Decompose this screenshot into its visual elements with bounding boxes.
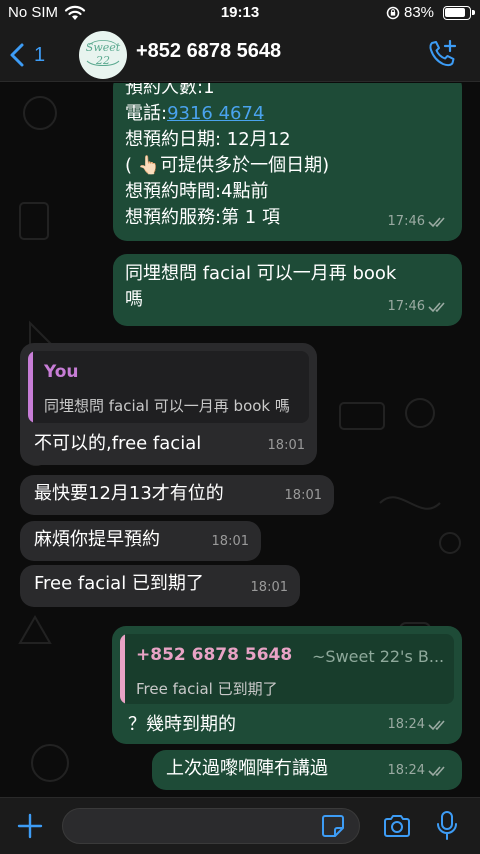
status-bar: No SIM 19:13 83% [0,0,480,28]
quote-text: 同埋想問 facial 可以一月再 book 嗎 [44,397,290,415]
double-check-icon [428,766,445,777]
message-time: 18:01 [250,580,288,595]
double-check-icon [428,217,445,228]
message-bubble-outgoing[interactable]: 同埋想問 facial 可以一月再 book 嗎 17:46 [113,254,462,326]
message-text: 不可以的,free facial [34,433,202,454]
message-bubble-incoming[interactable]: You 同埋想問 facial 可以一月再 book 嗎 不可以的,free f… [20,343,317,465]
quote-sender-name: ~Sweet 22's B... [312,647,445,666]
quote-bar [28,351,33,423]
message-line: 預約人數:1 [125,83,215,98]
message-meta: 18:01 [285,483,322,509]
quote-author: You [44,362,79,382]
orientation-lock-icon [386,6,400,20]
camera-icon[interactable] [382,813,412,839]
message-meta: 18:01 [212,529,249,555]
message-text: ？幾時到期的 [128,714,236,735]
message-meta: 17:46 [388,209,450,235]
message-line: 想預約日期: 12月12 [125,129,291,150]
message-time: 18:01 [211,534,249,549]
message-meta: 17:46 [388,294,450,320]
plus-icon[interactable] [16,812,44,840]
quote-text: Free facial 已到期了 [136,680,278,698]
back-button[interactable]: 1 [8,40,45,70]
microphone-icon[interactable] [436,810,458,842]
phone-link[interactable]: 9316 4674 [167,103,264,124]
message-time: 18:01 [284,488,322,503]
message-line: 想預約時間:4點前 [125,181,269,202]
battery-percent: 83% [404,4,435,21]
message-bubble-outgoing[interactable]: 預約人數:1 電話:9316 4674 想預約日期: 12月12 ( 👆🏻可提供… [113,83,462,241]
chat-area[interactable]: 預約人數:1 電話:9316 4674 想預約日期: 12月12 ( 👆🏻可提供… [0,83,480,797]
sticker-icon[interactable] [320,813,346,839]
quote-bar [120,634,125,704]
message-time: 18:24 [387,717,425,732]
battery-icon [443,6,475,20]
message-meta: 18:24 [388,758,450,784]
message-time: 18:01 [267,438,305,453]
message-time: 17:46 [387,299,425,314]
quoted-message[interactable]: You 同埋想問 facial 可以一月再 book 嗎 [28,351,309,423]
message-meta: 18:24 [388,712,450,738]
message-line: 電話:9316 4674 [125,103,265,124]
contact-name[interactable]: +852 6878 5648 [136,40,281,63]
message-text: Free facial 已到期了 [34,573,204,594]
chevron-left-icon [10,43,24,67]
quoted-message[interactable]: +852 6878 5648 ~Sweet 22's B... Free fac… [120,634,454,704]
message-bubble-outgoing[interactable]: 上次過嚟嗰陣冇講過 18:24 [152,750,462,790]
message-meta: 18:01 [268,433,305,459]
avatar-logo-text: Sweet 22 [85,41,121,67]
avatar[interactable]: Sweet 22 [79,31,127,79]
message-bubble-incoming[interactable]: Free facial 已到期了 18:01 [20,565,300,607]
message-bubble-incoming[interactable]: 麻煩你提早預約 18:01 [20,521,261,561]
chat-header: 1 Sweet 22 +852 6878 5648 [0,28,480,82]
message-bubble-incoming[interactable]: 最快要12月13才有位的 18:01 [20,475,334,515]
double-check-icon [428,302,445,313]
unread-count: 1 [34,43,46,66]
message-text: 最快要12月13才有位的 [34,483,224,504]
phone-add-icon[interactable] [426,38,458,70]
composer-bar [0,797,480,854]
double-check-icon [428,720,445,731]
message-line: ( 👆🏻可提供多於一個日期) [125,155,330,176]
message-time: 17:46 [387,214,425,229]
message-bubble-outgoing[interactable]: +852 6878 5648 ~Sweet 22's B... Free fac… [112,626,462,744]
quote-author: +852 6878 5648 [136,645,293,665]
message-meta: 18:01 [251,575,288,601]
message-line: 同埋想問 facial 可以一月再 book [125,263,397,284]
message-input[interactable] [62,808,360,844]
message-time: 18:24 [387,763,425,778]
